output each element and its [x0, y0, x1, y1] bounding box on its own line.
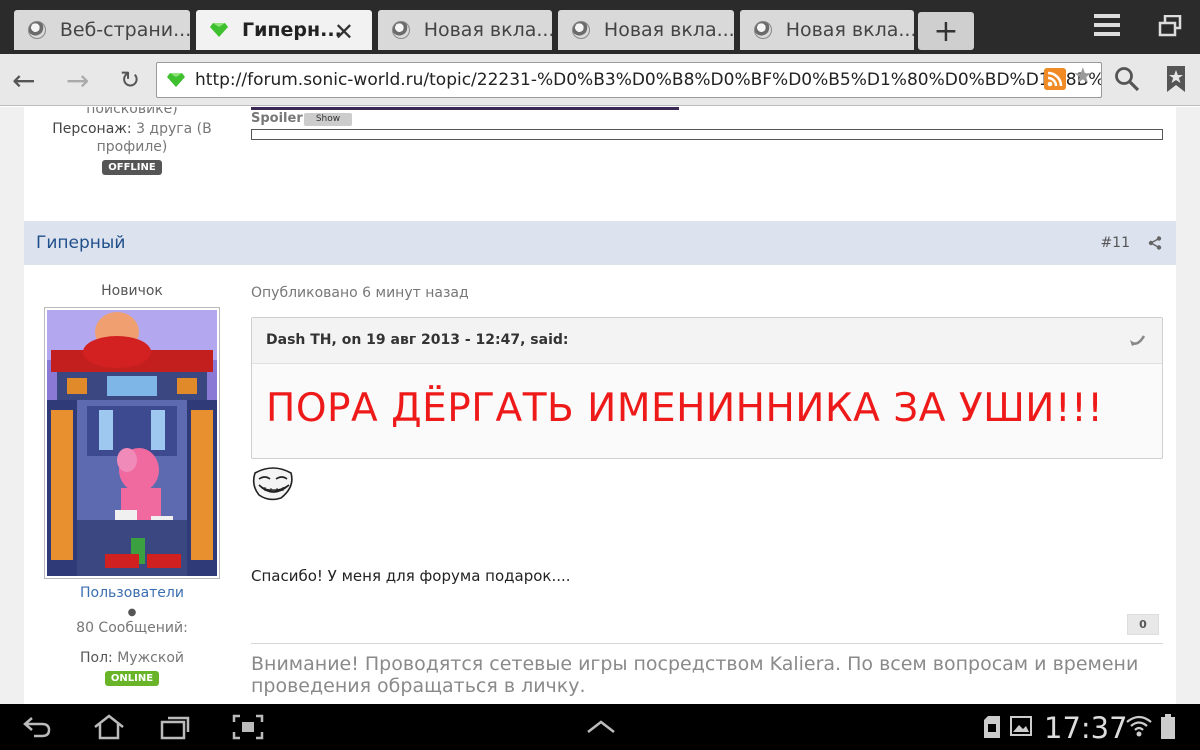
prev-search-tail: поисковике) [86, 107, 178, 117]
spoiler-label: Spoiler [251, 111, 303, 126]
globe-icon [28, 21, 46, 39]
tab-active[interactable]: Гиперн... ✕ [196, 10, 372, 50]
author-info: Новичок Пользователи ● 80 Сообщений: Пол… [24, 265, 240, 686]
globe-icon [392, 21, 410, 39]
user-group-link[interactable]: Пользователи [24, 585, 240, 601]
signature-divider [251, 643, 1163, 644]
user-gender: Пол: Мужской [24, 650, 240, 666]
windows-icon[interactable] [1158, 15, 1182, 37]
character-label: Персонаж: [52, 121, 132, 137]
chevron-up-icon[interactable] [586, 720, 616, 734]
forum-content: поисковике) Персонаж: 3 друга (В профиле… [24, 107, 1176, 704]
gender-label: Пол: [79, 650, 113, 666]
spoiler-show-button[interactable]: Show [304, 113, 352, 126]
reputation-counter[interactable]: 0 [1127, 614, 1159, 635]
tab-new-1[interactable]: Новая вкла... [378, 10, 552, 50]
offline-badge: OFFLINE [102, 160, 162, 175]
tab-label: Новая вкла... [785, 19, 914, 41]
quote-header: Dash TH, on 19 авг 2013 - 12:47, said: [252, 318, 1162, 364]
wifi-icon [1126, 715, 1152, 737]
back-nav-icon[interactable] [22, 714, 52, 738]
gender-value: Мужской [117, 650, 184, 666]
avatar-frame[interactable] [44, 307, 220, 579]
prev-character: Персонаж: 3 друга (В профиле) [24, 120, 240, 156]
post-date: Опубликовано 6 минут назад [251, 285, 469, 301]
gallery-icon [1010, 716, 1032, 736]
globe-icon [754, 21, 772, 39]
sd-card-icon [984, 716, 1000, 738]
signature-text: Внимание! Проводятся сетевые игры посред… [251, 653, 1139, 697]
post-text: Спасибо! У меня для форума подарок.... [251, 567, 571, 585]
prev-image-edge [251, 107, 679, 110]
quote-block: Dash TH, on 19 авг 2013 - 12:47, said: П… [251, 317, 1163, 459]
screenshot-icon[interactable] [232, 714, 264, 740]
new-tab-button[interactable]: + [918, 12, 974, 50]
online-status-wrap: ONLINE [24, 669, 240, 686]
menu-icon[interactable] [1094, 14, 1120, 38]
back-arrow-icon[interactable]: ← [12, 64, 35, 97]
star-icon[interactable]: ★ [1073, 64, 1093, 89]
home-nav-icon[interactable] [92, 714, 126, 740]
tab-web-page[interactable]: Веб-страни... [14, 10, 190, 50]
url-text: http://forum.sonic-world.ru/topic/22231-… [195, 70, 1102, 90]
rss-icon[interactable] [1044, 68, 1066, 90]
tab-new-3[interactable]: Новая вкла... [740, 10, 914, 50]
user-rank: Новичок [101, 283, 163, 299]
tab-label: Новая вкла... [423, 19, 552, 41]
forward-arrow-icon[interactable]: → [66, 64, 89, 97]
quote-jump-icon[interactable] [1130, 334, 1146, 346]
online-badge: ONLINE [104, 671, 160, 686]
tab-new-2[interactable]: Новая вкла... [558, 10, 734, 50]
message-count: 80 Сообщений: [76, 620, 188, 636]
separator-dot: ● [127, 607, 137, 618]
post-header: Гиперный #11 [24, 221, 1176, 265]
tab-label: Новая вкла... [603, 19, 734, 41]
web-page: поисковике) Персонаж: 3 друга (В профиле… [0, 107, 1200, 704]
gem-icon [167, 73, 185, 87]
quote-text: ПОРА ДЁРГАТЬ ИМЕНИННИКА ЗА УШИ!!! [266, 386, 1104, 431]
clock-time: 17:37 [1044, 711, 1128, 745]
trollface-emoticon [252, 467, 293, 501]
address-toolbar: ← → ↻ http://forum.sonic-world.ru/topic/… [0, 54, 1200, 106]
globe-icon [572, 21, 590, 39]
post-author-link[interactable]: Гиперный [36, 233, 125, 253]
recent-apps-icon[interactable] [160, 714, 192, 740]
quote-citation: Dash TH, on 19 авг 2013 - 12:47, said: [266, 332, 569, 348]
search-icon[interactable] [1114, 66, 1140, 92]
url-field[interactable]: http://forum.sonic-world.ru/topic/22231-… [156, 62, 1102, 98]
reload-icon[interactable]: ↻ [120, 66, 140, 94]
bookmarks-icon[interactable] [1165, 66, 1187, 92]
tab-label: Веб-страни... [59, 19, 190, 41]
battery-icon [1161, 714, 1175, 739]
tab-label: Гиперн... [242, 19, 342, 41]
android-system-bar: 17:37 [0, 704, 1200, 750]
post-number-link[interactable]: #11 [1100, 235, 1130, 251]
gem-icon [210, 23, 228, 37]
spoiler-box [251, 129, 1163, 140]
share-icon[interactable] [1148, 236, 1162, 250]
browser-tab-strip: Веб-страни... Гиперн... ✕ Новая вкла... … [0, 0, 1200, 54]
prev-status-wrap: OFFLINE [24, 158, 240, 175]
close-tab-icon[interactable]: ✕ [334, 18, 354, 46]
post-body: Опубликовано 6 минут назад Dash TH, on 1… [251, 265, 1163, 585]
avatar [47, 310, 217, 576]
